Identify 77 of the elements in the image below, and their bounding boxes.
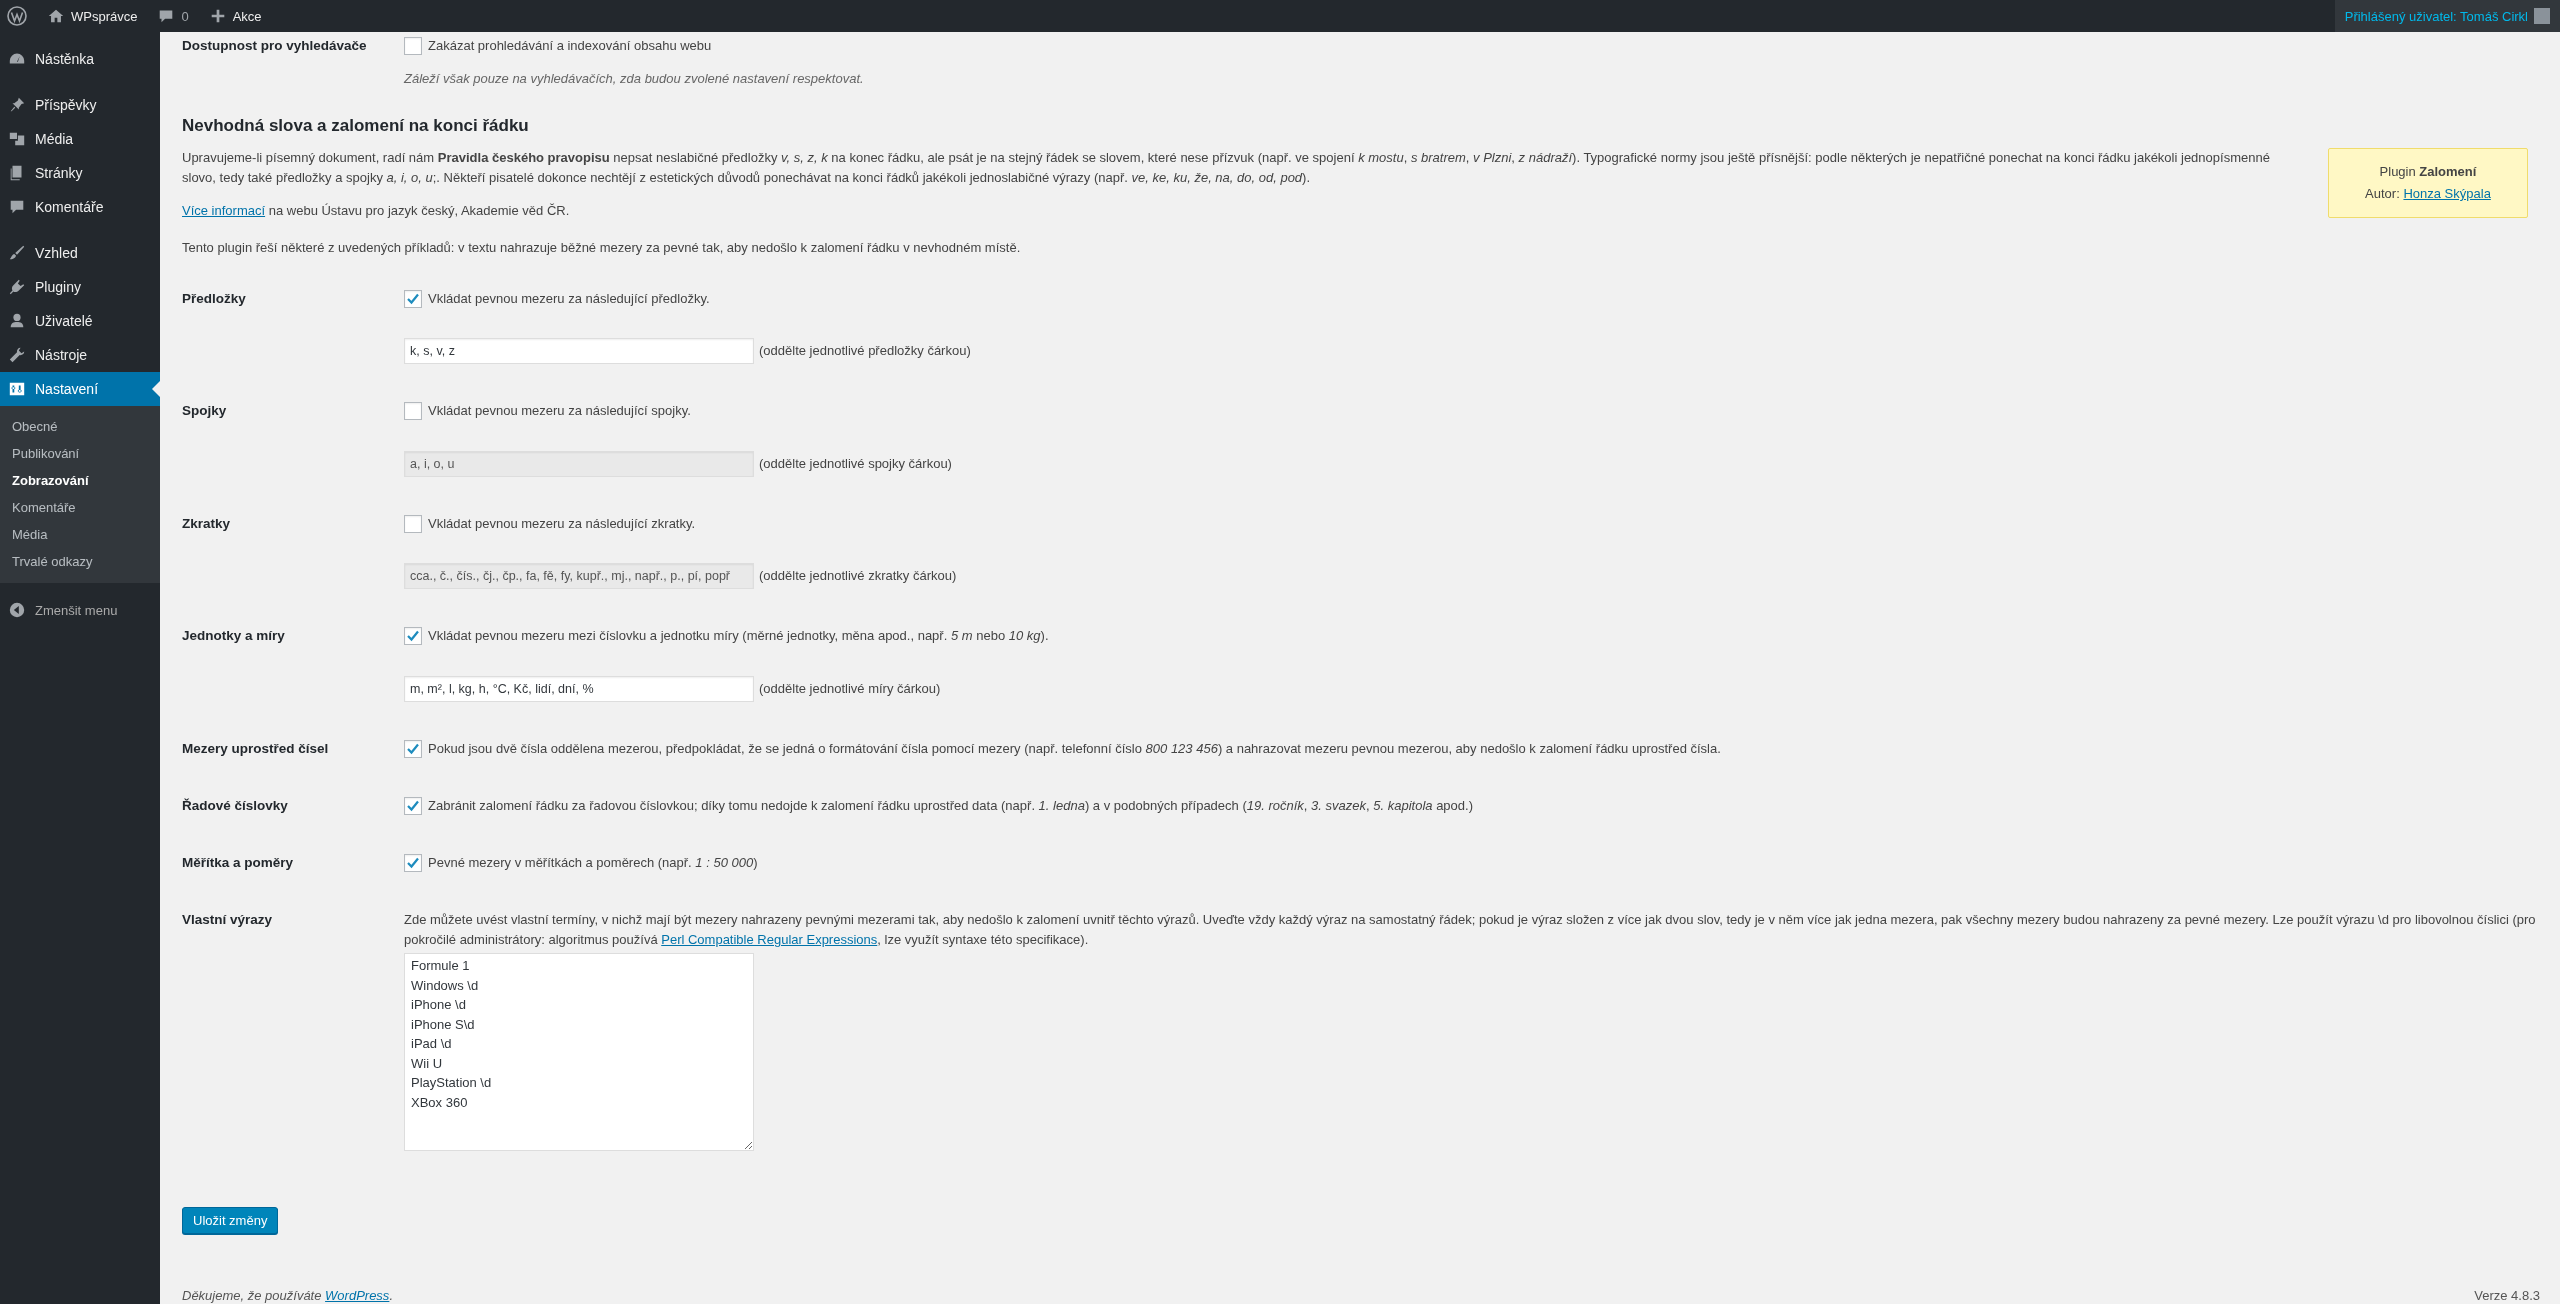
- field-label: Jednotky a míry: [182, 627, 286, 646]
- home-icon: [47, 7, 65, 25]
- user-account-link[interactable]: Přihlášený uživatel: Tomáš Cirkl: [2334, 0, 2560, 32]
- intro-paragraph: Upravujeme-li písemný dokument, radí nám Pravidla českého pravopisu nepsat neslabičné předložky v, s, z, k na konec řádku, ale psát je na stejný řádek se slovem, které nese přízvuk (např. ve spojení k mostu, s bratrem, v Plzni, z nádraží). Typografické normy jsou ještě přísnější: podle některých je nepatřičné ponechat na konci řádku jakékoli jednopísmenné slovo, tedy také předložky a spojky a, i, o, u;. Někteří pisatelé dokonce nechtějí z estetických důvodů ponechávat na konci řádků jakékoli jednoslabičné výrazy (např. ve, ke, ku, že, na, do, od, pod).: [182, 149, 2271, 188]
- sidebar-menu-item[interactable]: Pluginy: [0, 270, 160, 304]
- field-hint: (oddělte jednotlivé míry čárkou): [759, 679, 941, 698]
- sidebar-menu-item[interactable]: Média: [0, 122, 160, 156]
- custom-terms-textarea[interactable]: Formule 1 Windows \d iPhone \d iPhone S\d iPad \d Wii U PlayStation \d XBox 360: [404, 953, 754, 1152]
- checkbox-label: Pokud jsou dvě čísla oddělena mezerou, předpokládat, že se jedná o formátování čísla pomocí mezery (např. telefonní číslo 800 123 456) a nahrazovat mezeru pevnou mezerou, aby nedošlo k zalomení řádku uprostřed čísla.: [428, 739, 1721, 758]
- submenu-item[interactable]: Obecné: [0, 413, 160, 440]
- field-hint: (oddělte jednotlivé předložky čárkou): [759, 342, 971, 361]
- comments-link[interactable]: 0: [147, 0, 199, 32]
- sidebar-menu-item[interactable]: Uživatelé: [0, 304, 160, 338]
- field-hint: (oddělte jednotlivé zkratky čárkou): [759, 567, 957, 586]
- field-label: Vlastní výrazy: [182, 911, 274, 930]
- submenu-item[interactable]: Publikování: [0, 440, 160, 467]
- pin-icon: [8, 96, 26, 114]
- text-input[interactable]: m, m², l, kg, h, °C, Kč, lidí, dní, %: [404, 675, 754, 702]
- checkbox[interactable]: [404, 739, 422, 758]
- author-label: Autor:: [2365, 186, 2400, 202]
- checkbox[interactable]: [404, 627, 422, 646]
- submenu-item[interactable]: Zobrazování: [0, 467, 160, 494]
- field-description: Zde můžete uvést vlastní termíny, v nichž mají být mezery nahrazeny pevnými mezerami tak, aby nedošlo k zalomení uvnitř těchto výrazů. Uveďte vždy každý výraz na samostatný řádek; pokud je výraz složen z více jak dvou slov, tedy je v něm více jak jedna mezera, pak všechny mezery budou nahrazeny za pevné mezery. Lze použít výrazu \d pro libovolnou číslici (pro pokročilé administrátory: algoritmus používá Perl Compatible Regular Expressions, lze využít syntaxe této specifikace).: [404, 911, 2537, 949]
- field-hint: Záleží však pouze na vyhledávačích, zda budou zvolené nastavení respektovat.: [404, 69, 865, 88]
- current-page-pointer: [152, 381, 160, 397]
- submenu-item[interactable]: Média: [0, 521, 160, 548]
- text-input[interactable]: k, s, v, z: [404, 338, 754, 365]
- settings-icon: [8, 380, 26, 398]
- submenu-item[interactable]: Komentáře: [0, 494, 160, 521]
- field-label: Spojky: [182, 402, 228, 421]
- checkbox[interactable]: [404, 37, 422, 55]
- save-button[interactable]: Uložit změny: [182, 1206, 279, 1234]
- field-hint: (oddělte jednotlivé spojky čárkou): [759, 454, 952, 473]
- field-label: Dostupnost pro vyhledávače: [182, 37, 368, 55]
- media-icon: [8, 130, 26, 148]
- version-text: Verze 4.8.3: [2474, 1288, 2540, 1304]
- brush-icon: [8, 244, 26, 262]
- field-label: Řadové číslovky: [182, 796, 289, 815]
- checkbox-label: Vkládat pevnou mezeru mezi číslovku a jednotku míry (měrné jednotky, měna apod., např. 5 m nebo 10 kg).: [428, 627, 1049, 646]
- field-label: Měřítka a poměry: [182, 854, 295, 873]
- logo-icon[interactable]: [7, 6, 27, 26]
- plug-icon: [8, 278, 26, 296]
- sidebar-menu-item[interactable]: Příspěvky: [0, 88, 160, 122]
- plugin-description: Tento plugin řeší některé z uvedených příkladů: v textu nahrazuje běžné mezery za pevné tak, aby nedošlo k zalomení řádku v nevhodném místě.: [182, 239, 1022, 258]
- sidebar-menu-item[interactable]: Nástěnka: [0, 42, 160, 76]
- sidebar-menu-item[interactable]: Stránky: [0, 156, 160, 190]
- site-name-link[interactable]: WPsprávce: [37, 0, 148, 32]
- submenu-item[interactable]: Trvalé odkazy: [0, 548, 160, 575]
- collapse-menu-button[interactable]: Zmenšit menu: [0, 593, 160, 627]
- new-content-link[interactable]: Akce: [198, 0, 272, 32]
- sidebar-menu-item[interactable]: Nástroje: [0, 338, 160, 372]
- sidebar-menu-item[interactable]: Nastavení: [0, 372, 160, 406]
- checkbox[interactable]: [404, 289, 422, 308]
- section-heading: Nevhodná slova a zalomení na konci řádku: [182, 116, 530, 136]
- checkbox-label: Vkládat pevnou mezeru za následující předložky.: [428, 289, 710, 308]
- author-link[interactable]: Honza Skýpala: [2403, 186, 2491, 202]
- more-info-text: na webu Ústavu pro jazyk český, Akademie věd ČR.: [268, 203, 570, 219]
- user-icon: [8, 312, 26, 330]
- checkbox[interactable]: [404, 402, 422, 421]
- checkbox-label: Zakázat prohledávání a indexování obsahu webu: [428, 37, 712, 55]
- field-label: Mezery uprostřed čísel: [182, 739, 330, 758]
- checkbox-label: Vkládat pevnou mezeru za následující zkratky.: [428, 514, 696, 533]
- checkbox[interactable]: [404, 514, 422, 533]
- wrench-icon: [8, 346, 26, 364]
- sidebar-menu-item[interactable]: Vzhled: [0, 236, 160, 270]
- plugin-name: Plugin Zalomení: [2378, 163, 2478, 181]
- checkbox[interactable]: [404, 854, 422, 873]
- avatar-placeholder: [2534, 8, 2550, 24]
- checkbox-label: Vkládat pevnou mezeru za následující spojky.: [428, 402, 691, 421]
- field-label: Zkratky: [182, 514, 232, 533]
- footer-thanks: Děkujeme, že používáte WordPress.: [182, 1288, 393, 1304]
- field-label: Předložky: [182, 289, 247, 308]
- checkbox-label: Pevné mezery v měřítkách a poměrech (např. 1 : 50 000): [428, 854, 758, 873]
- checkbox-label: Zabránit zalomení řádku za řadovou číslovkou; díky tomu nedojde k zalomení řádku uprostřed data (např. 1. ledna) a v podobných případech (19. ročník, 3. svazek, 5. kapitola apod.): [428, 796, 1473, 815]
- sidebar-menu-item[interactable]: Komentáře: [0, 190, 160, 224]
- more-info-link[interactable]: Více informací: [182, 203, 266, 219]
- checkbox[interactable]: [404, 796, 422, 815]
